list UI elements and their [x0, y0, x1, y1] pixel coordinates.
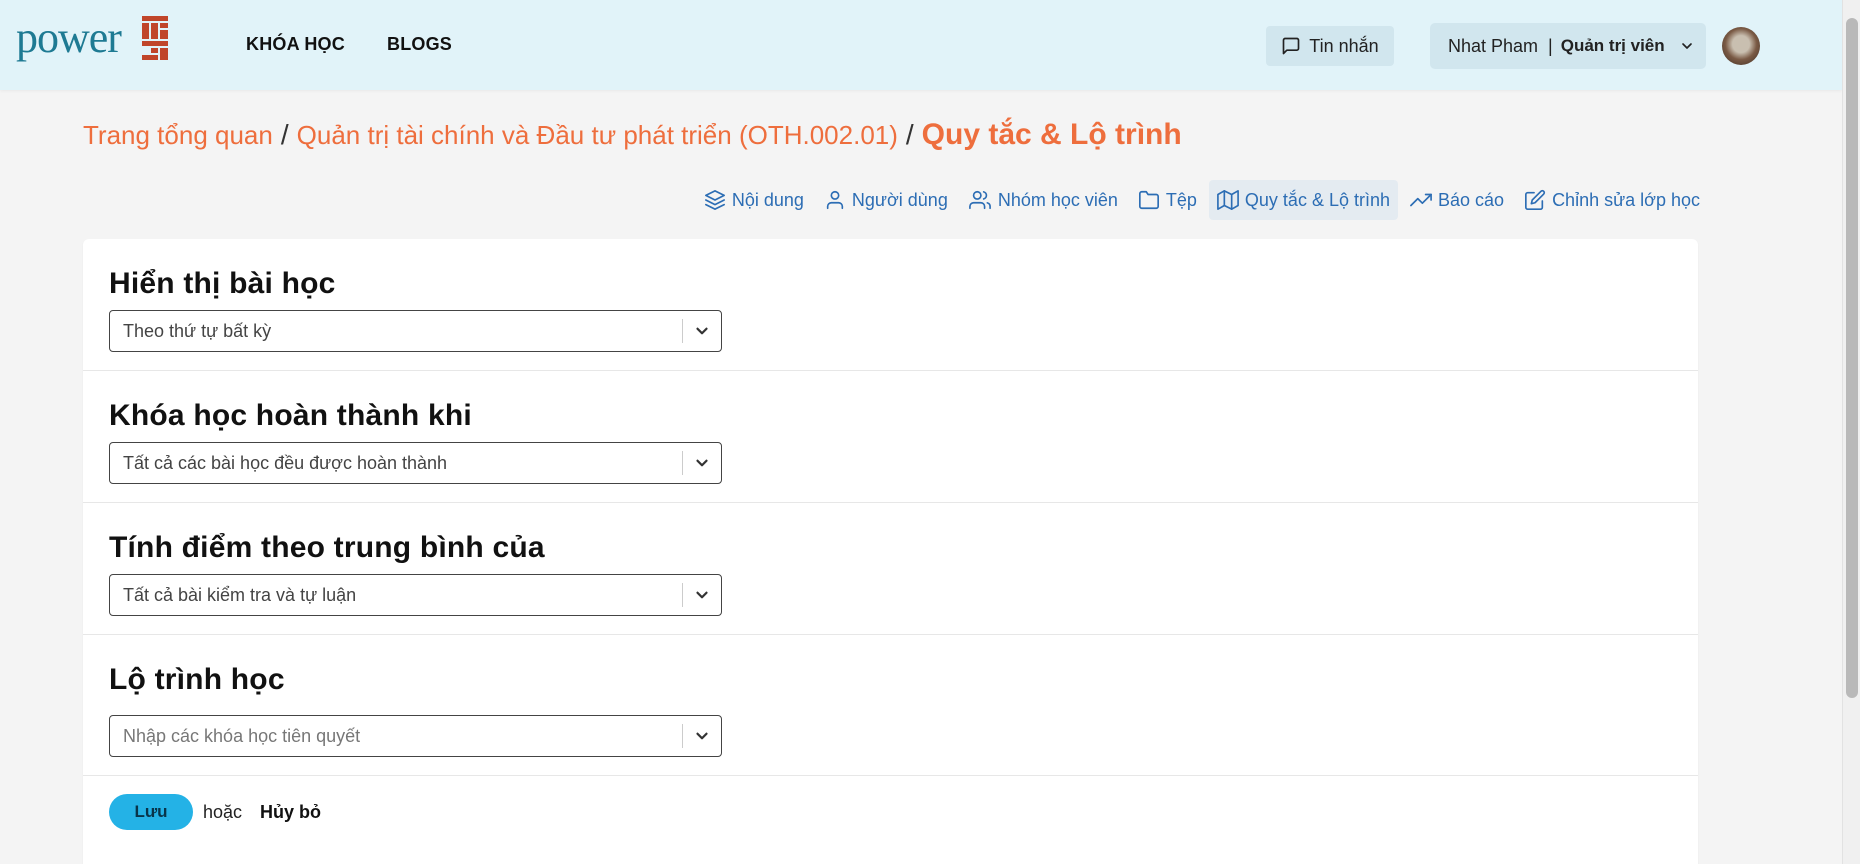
messages-button[interactable]: Tin nhắn [1266, 26, 1394, 66]
rules-card: Hiển thị bài học Theo thứ tự bất kỳ Khóa… [83, 239, 1698, 864]
breadcrumb: Trang tổng quan / Quản trị tài chính và … [83, 118, 1182, 152]
user-menu[interactable]: Nhat Pham | Quản trị viên [1430, 23, 1706, 69]
breadcrumb-separator: / [905, 119, 914, 150]
section-title: Hiển thị bài học [109, 267, 336, 300]
tab-bao-cao[interactable]: Báo cáo [1402, 180, 1512, 220]
section-completion: Khóa học hoàn thành khi Tất cả các bài h… [83, 371, 1698, 503]
tab-tep[interactable]: Tệp [1130, 180, 1205, 220]
layers-icon [704, 190, 725, 210]
section-lesson-display: Hiển thị bài học Theo thứ tự bất kỳ [83, 239, 1698, 371]
course-tabs: Nội dung Người dùng Nhóm học viên Tệp Qu… [696, 180, 1708, 220]
tab-nguoi-dung[interactable]: Người dùng [816, 180, 956, 220]
message-square-icon [1282, 37, 1300, 55]
chevron-down-icon [1681, 43, 1692, 49]
logo-mark-icon [142, 16, 168, 60]
map-icon [1217, 190, 1239, 210]
tab-label: Tệp [1165, 189, 1197, 210]
nav-khoa-hoc[interactable]: KHÓA HỌC [246, 34, 345, 55]
top-header: power KHÓA HỌC BLOGS Tin nhắn Nhat Pham … [0, 0, 1842, 90]
section-scoring: Tính điểm theo trung bình của Tất cả bài… [83, 503, 1698, 635]
chevron-down-icon [696, 327, 708, 335]
tab-label: Chỉnh sửa lớp học [1552, 189, 1700, 210]
select-value: Tất cả các bài học đều được hoàn thành [123, 452, 448, 473]
breadcrumb-dashboard[interactable]: Trang tổng quan [83, 120, 273, 151]
select-arrow[interactable] [683, 322, 721, 340]
select-arrow[interactable] [683, 586, 721, 604]
tab-noi-dung[interactable]: Nội dung [696, 180, 812, 220]
logo[interactable]: power [16, 14, 170, 62]
select-arrow[interactable] [683, 727, 721, 745]
section-title: Tính điểm theo trung bình của [109, 531, 545, 564]
scrollbar-thumb[interactable] [1846, 18, 1858, 698]
cancel-button[interactable]: Hủy bỏ [260, 802, 321, 823]
or-text: hoặc [203, 801, 243, 822]
user-role: Quản trị viên [1560, 36, 1665, 55]
breadcrumb-course[interactable]: Quản trị tài chính và Đầu tư phát triển … [297, 120, 898, 151]
chevron-down-icon [696, 732, 708, 740]
tab-label: Báo cáo [1438, 189, 1505, 210]
avatar[interactable] [1722, 27, 1760, 65]
chevron-down-icon [696, 459, 708, 467]
messages-label: Tin nhắn [1309, 35, 1379, 56]
breadcrumb-separator: / [280, 119, 289, 150]
tab-label: Quy tắc & Lộ trình [1244, 189, 1390, 210]
tab-label: Người dùng [851, 189, 948, 210]
select-value: Theo thứ tự bất kỳ [123, 320, 272, 341]
lesson-display-select[interactable]: Theo thứ tự bất kỳ [109, 310, 722, 352]
user-separator: | [1548, 35, 1553, 56]
prerequisite-courses-select[interactable]: Nhập các khóa học tiên quyết [109, 715, 722, 757]
logo-text: power [16, 13, 122, 62]
select-value: Tất cả bài kiểm tra và tự luận [123, 584, 357, 605]
save-button[interactable]: Lưu [109, 794, 193, 830]
nav-blogs[interactable]: BLOGS [387, 34, 452, 55]
tab-chinh-sua-lop-hoc[interactable]: Chỉnh sửa lớp học [1516, 180, 1708, 220]
chevron-down-icon [696, 591, 708, 599]
page-scrollbar[interactable] [1842, 0, 1860, 864]
tab-quy-tac-lo-trinh[interactable]: Quy tắc & Lộ trình [1208, 180, 1398, 220]
trending-up-icon [1410, 193, 1432, 207]
edit-icon [1525, 189, 1546, 210]
user-icon [826, 190, 844, 210]
section-title: Khóa học hoàn thành khi [109, 399, 472, 432]
completion-select[interactable]: Tất cả các bài học đều được hoàn thành [109, 442, 722, 484]
tab-label: Nội dung [731, 189, 804, 210]
folder-icon [1138, 190, 1159, 210]
users-icon [968, 190, 991, 210]
tab-nhom-hoc-vien[interactable]: Nhóm học viên [960, 180, 1126, 220]
select-placeholder: Nhập các khóa học tiên quyết [123, 725, 361, 746]
user-name: Nhat Pham [1448, 35, 1539, 56]
page-title: Quy tắc & Lộ trình [921, 118, 1182, 151]
select-arrow[interactable] [683, 454, 721, 472]
scoring-select[interactable]: Tất cả bài kiểm tra và tự luận [109, 574, 722, 616]
form-actions: Lưu hoặc Hủy bỏ [109, 794, 321, 830]
tab-label: Nhóm học viên [997, 189, 1118, 210]
section-title: Lộ trình học [109, 663, 285, 696]
section-learning-path: Lộ trình học Nhập các khóa học tiên quyế… [83, 635, 1698, 776]
